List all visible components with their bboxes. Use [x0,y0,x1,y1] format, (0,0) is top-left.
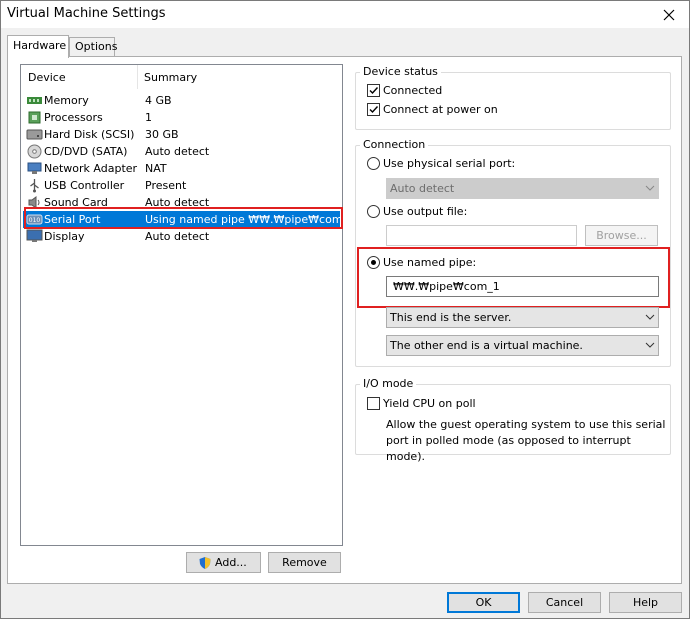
add-device-button[interactable]: Add... [186,552,261,573]
remove-device-button[interactable]: Remove [268,552,341,573]
close-button[interactable] [649,1,689,28]
device-summary: Using named pipe ₩₩.₩pipe₩com_1 [145,213,356,226]
pipe-end-select[interactable]: This end is the server. [386,307,659,328]
named-pipe-input[interactable]: ₩₩.₩pipe₩com_1 [386,276,659,297]
connected-checkbox[interactable] [367,84,380,97]
yield-cpu-checkbox[interactable] [367,397,380,410]
add-button-label: Add... [215,556,247,569]
title-bar[interactable]: Virtual Machine Settings [1,1,689,28]
settings-window: Virtual Machine Settings Hardware Option… [0,0,690,619]
output-file-radio[interactable] [367,205,380,218]
network-adapter-icon [27,162,42,174]
column-separator[interactable] [137,65,138,89]
device-name: USB Controller [44,179,125,192]
serial-port-icon: 010 [26,214,43,225]
device-status-group [355,72,671,130]
device-row-cd-dvd[interactable]: CD/DVD (SATA) Auto detect [23,143,340,160]
connection-title: Connection [360,138,429,151]
other-end-select[interactable]: The other end is a virtual machine. [386,335,659,356]
chevron-down-icon [645,342,655,348]
device-name: Processors [44,111,103,124]
column-header-device[interactable]: Device [28,71,66,84]
device-summary: Auto detect [145,145,210,158]
device-summary: Auto detect [145,230,210,243]
device-name: Display [44,230,85,243]
device-row-sound-card[interactable]: Sound Card Auto detect [23,194,340,211]
device-row-processors[interactable]: Processors 1 [23,109,340,126]
sound-card-icon [28,196,40,209]
device-name: Serial Port [44,213,101,226]
device-row-network-adapter[interactable]: Network Adapter NAT [23,160,340,177]
help-button[interactable]: Help [609,592,682,613]
device-summary: 4 GB [145,94,172,107]
ok-button[interactable]: OK [447,592,520,613]
connect-at-power-on-checkbox[interactable] [367,103,380,116]
device-row-hard-disk[interactable]: Hard Disk (SCSI) 30 GB [23,126,340,143]
physical-port-value: Auto detect [390,182,455,195]
io-mode-title: I/O mode [360,377,417,390]
physical-port-radio[interactable] [367,157,380,170]
output-file-label[interactable]: Use output file: [383,205,467,218]
device-row-memory[interactable]: Memory 4 GB [23,92,340,109]
processor-icon [28,111,41,124]
shield-icon [199,557,211,569]
device-row-serial-port[interactable]: 010 Serial Port Using named pipe ₩₩.₩pip… [23,211,355,228]
connect-at-power-on-label[interactable]: Connect at power on [383,103,498,116]
display-icon [26,229,43,242]
device-summary: 1 [145,111,152,124]
device-status-title: Device status [360,65,441,78]
checkmark-icon [369,87,379,95]
window-title: Virtual Machine Settings [7,6,166,21]
other-end-value: The other end is a virtual machine. [390,339,583,352]
chevron-down-icon [645,314,655,320]
device-summary: Auto detect [145,196,210,209]
browse-button[interactable]: Browse... [585,225,658,246]
pipe-end-value: This end is the server. [390,311,512,324]
device-summary: Present [145,179,187,192]
chevron-down-icon [645,185,655,191]
device-summary: NAT [145,162,167,175]
device-list[interactable]: Device Summary Memory 4 GB Processors 1 … [20,64,355,546]
named-pipe-value: ₩₩.₩pipe₩com_1 [393,280,500,293]
checkmark-icon [369,106,379,114]
device-row-display[interactable]: Display Auto detect [23,228,340,245]
physical-port-label[interactable]: Use physical serial port: [383,157,515,170]
tab-hardware[interactable]: Hardware [7,35,69,58]
device-summary: 30 GB [145,128,179,141]
device-name: Network Adapter [44,162,138,175]
physical-port-select[interactable]: Auto detect [386,178,659,199]
svg-text:010: 010 [29,217,41,224]
cancel-button[interactable]: Cancel [528,592,601,613]
memory-icon [27,97,42,104]
io-mode-description: Allow the guest operating system to use … [386,418,666,463]
column-header-summary[interactable]: Summary [144,71,197,84]
yield-cpu-label[interactable]: Yield CPU on poll [383,397,476,410]
named-pipe-label[interactable]: Use named pipe: [383,256,476,269]
radio-selected-dot [371,260,376,265]
device-name: Sound Card [44,196,108,209]
tab-options[interactable]: Options [69,37,117,57]
close-icon [663,9,675,20]
device-name: Memory [44,94,89,107]
cd-dvd-icon [27,144,42,159]
named-pipe-radio[interactable] [367,256,380,269]
list-header: Device Summary [21,65,342,89]
device-name: CD/DVD (SATA) [44,145,128,158]
device-name: Hard Disk (SCSI) [44,128,135,141]
device-row-usb-controller[interactable]: USB Controller Present [23,177,340,194]
output-file-input[interactable] [386,225,577,246]
connected-label[interactable]: Connected [383,84,442,97]
hard-disk-icon [26,129,43,140]
usb-icon [30,179,39,193]
